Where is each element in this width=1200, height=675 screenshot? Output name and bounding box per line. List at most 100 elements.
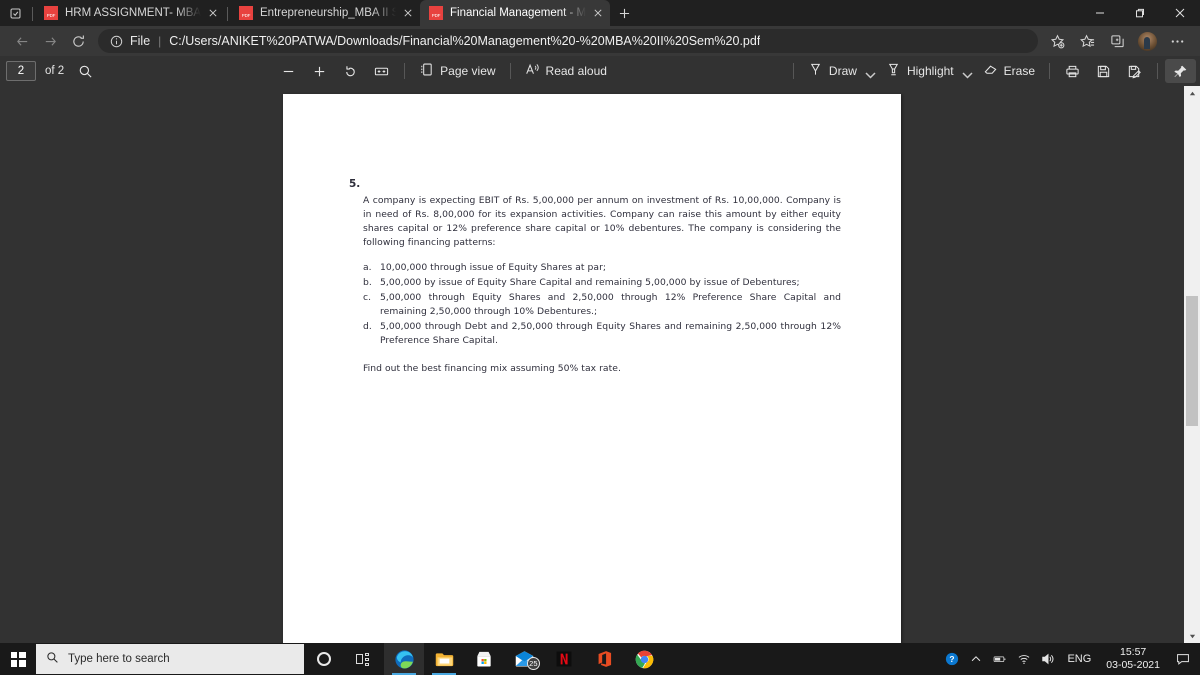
search-input[interactable]: Type here to search	[36, 644, 304, 674]
scheme-label: File	[130, 34, 151, 48]
add-favorite-icon[interactable]	[1042, 28, 1072, 54]
read-aloud-button[interactable]: Read aloud	[518, 59, 614, 83]
vertical-scrollbar[interactable]	[1184, 86, 1200, 643]
microsoft-store-icon[interactable]	[464, 643, 504, 675]
read-aloud-label: Read aloud	[545, 64, 607, 78]
refresh-icon[interactable]	[64, 28, 92, 54]
restore-icon[interactable]	[1120, 0, 1160, 26]
scrollbar-thumb[interactable]	[1186, 296, 1198, 426]
list-item: c. 5,00,000 through Equity Shares and 2,…	[363, 291, 841, 319]
list-item: b. 5,00,000 by issue of Equity Share Cap…	[363, 276, 841, 290]
fit-to-width-icon[interactable]	[366, 59, 397, 83]
scroll-down-icon[interactable]	[1184, 629, 1200, 643]
browser-tab-2[interactable]: Entrepreneurship_MBA II Sem.pdf	[230, 0, 420, 26]
profile-avatar[interactable]	[1132, 28, 1162, 54]
browser-window: HRM ASSIGNMENT- MBA II SEM Entrepreneurs…	[0, 0, 1200, 675]
draw-button[interactable]: Draw	[801, 59, 879, 83]
highlight-button[interactable]: Highlight	[879, 59, 976, 83]
clock[interactable]: 15:57 03-05-2021	[1098, 646, 1168, 672]
toolbar-separator	[792, 63, 794, 79]
page-number-input[interactable]: 2	[6, 61, 36, 81]
microsoft-office-icon[interactable]	[584, 643, 624, 675]
question-intro: A company is expecting EBIT of Rs. 5,00,…	[363, 195, 841, 248]
battery-icon[interactable]	[988, 643, 1012, 675]
chevron-down-icon[interactable]	[960, 67, 973, 79]
close-icon[interactable]	[590, 5, 606, 21]
list-marker: a.	[363, 261, 372, 273]
page-view-button[interactable]: Page view	[412, 59, 502, 83]
collections-icon[interactable]	[1102, 28, 1132, 54]
browser-tab-1[interactable]: HRM ASSIGNMENT- MBA II SEM	[35, 0, 225, 26]
zoom-out-icon[interactable]	[273, 59, 304, 83]
tab-strip: HRM ASSIGNMENT- MBA II SEM Entrepreneurs…	[0, 0, 1200, 26]
scroll-up-icon[interactable]	[1184, 86, 1200, 100]
browser-tab-3-active[interactable]: Financial Management - MBA II Sem	[420, 0, 610, 26]
rotate-icon[interactable]	[335, 59, 366, 83]
task-view-icon[interactable]	[344, 643, 384, 675]
new-tab-button[interactable]	[610, 0, 638, 26]
volume-icon[interactable]	[1036, 643, 1060, 675]
list-text: 5,00,000 through Debt and 2,50,000 throu…	[380, 320, 841, 346]
highlight-label: Highlight	[906, 64, 954, 78]
address-input[interactable]: File | C:/Users/ANIKET%20PATWA/Downloads…	[98, 29, 1038, 53]
close-icon[interactable]	[1160, 0, 1200, 26]
pdf-toolbar: 2 of 2 Page view Read aloud Draw Highlig…	[0, 56, 1200, 86]
search-icon	[46, 651, 68, 667]
back-arrow-icon[interactable]	[8, 28, 36, 54]
tab-title: HRM ASSIGNMENT- MBA II SEM	[65, 7, 201, 19]
omnibox-separator: |	[158, 34, 162, 48]
tab-divider	[32, 7, 33, 21]
search-placeholder: Type here to search	[68, 653, 170, 665]
page-view-label: Page view	[440, 64, 496, 78]
list-text: 5,00,000 by issue of Equity Share Capita…	[380, 276, 800, 288]
google-chrome-icon[interactable]	[624, 643, 664, 675]
file-explorer-icon[interactable]	[424, 643, 464, 675]
microsoft-edge-icon[interactable]	[384, 643, 424, 675]
list-text: 5,00,000 through Equity Shares and 2,50,…	[380, 291, 841, 317]
address-bar-icons	[1042, 28, 1192, 54]
settings-and-more-icon[interactable]	[1162, 28, 1192, 54]
chevron-up-icon[interactable]	[964, 643, 988, 675]
chevron-down-icon[interactable]	[863, 67, 876, 79]
question-footer: Find out the best financing mix assuming…	[363, 362, 621, 374]
clock-time: 15:57	[1120, 646, 1147, 658]
toolbar-separator	[509, 63, 511, 79]
netflix-icon[interactable]	[544, 643, 584, 675]
help-circle-icon[interactable]: ?	[940, 643, 964, 675]
close-icon[interactable]	[400, 5, 416, 21]
tab-title: Financial Management - MBA II Sem	[450, 7, 586, 19]
save-icon[interactable]	[1088, 59, 1119, 83]
minimize-icon[interactable]	[1080, 0, 1120, 26]
windows-start-icon[interactable]	[0, 643, 36, 675]
action-center-icon[interactable]	[1168, 643, 1198, 675]
pdf-page: 5. A company is expecting EBIT of Rs. 5,…	[283, 94, 901, 643]
list-marker: d.	[363, 320, 372, 332]
zoom-in-icon[interactable]	[304, 59, 335, 83]
info-circle-icon	[110, 35, 123, 48]
wifi-icon[interactable]	[1012, 643, 1036, 675]
cortana-icon[interactable]	[304, 643, 344, 675]
toolbar-separator	[1049, 63, 1050, 79]
tab-title: Entrepreneurship_MBA II Sem.pdf	[260, 7, 396, 19]
page-count-label: of 2	[45, 65, 65, 77]
print-icon[interactable]	[1057, 59, 1088, 83]
address-bar: File | C:/Users/ANIKET%20PATWA/Downloads…	[0, 26, 1200, 56]
draw-label: Draw	[828, 64, 857, 78]
erase-button[interactable]: Erase	[976, 59, 1042, 83]
list-text: 10,00,000 through issue of Equity Shares…	[380, 261, 607, 273]
search-icon[interactable]	[70, 59, 101, 83]
pin-toolbar-icon[interactable]	[1165, 59, 1196, 83]
question-number: 5.	[349, 178, 361, 190]
forward-arrow-icon[interactable]	[36, 28, 64, 54]
pdf-file-icon	[239, 6, 253, 20]
favorites-icon[interactable]	[1072, 28, 1102, 54]
list-marker: c.	[363, 291, 372, 303]
close-icon[interactable]	[205, 5, 221, 21]
language-indicator[interactable]: ENG	[1060, 653, 1098, 665]
mail-icon[interactable]: 25	[504, 643, 544, 675]
save-as-icon[interactable]	[1119, 59, 1150, 83]
pdf-toolbar-right: Draw Highlight Erase	[786, 59, 1200, 83]
svg-text:?: ?	[950, 654, 955, 664]
eraser-icon	[983, 62, 998, 80]
tab-search-icon[interactable]	[0, 0, 30, 26]
